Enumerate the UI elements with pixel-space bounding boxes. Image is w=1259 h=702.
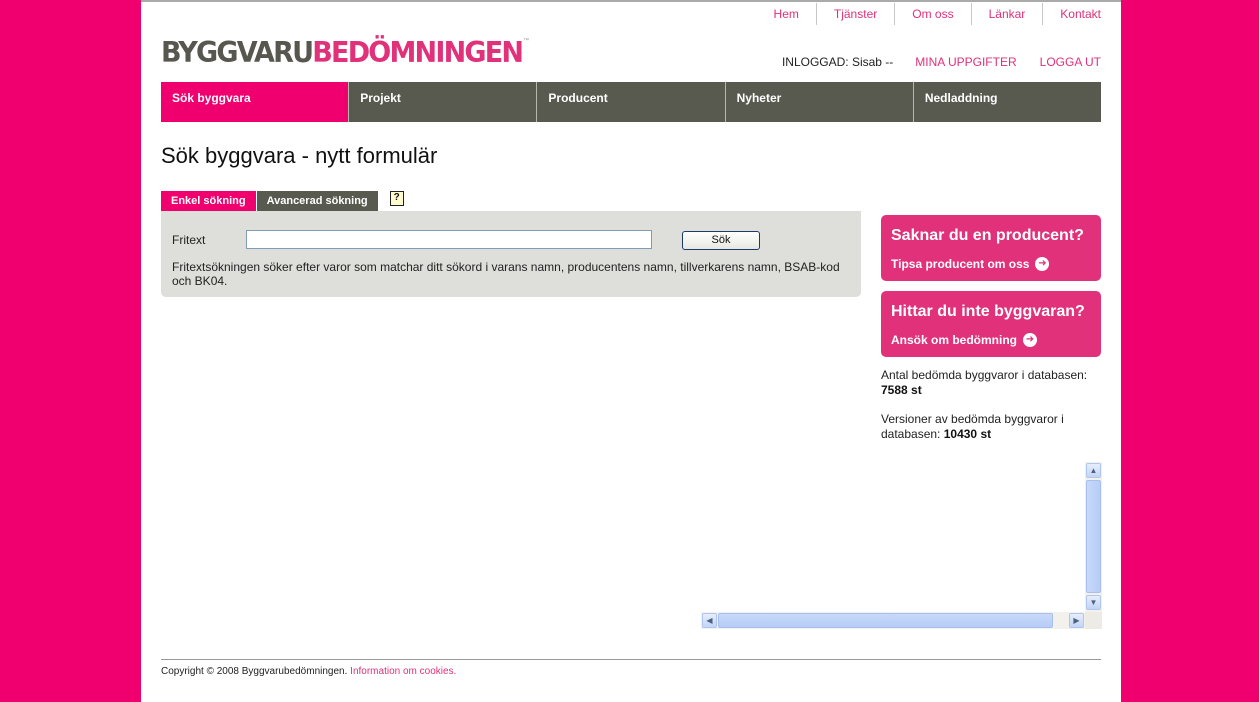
search-tabs: Enkel sökning Avancerad sökning ?	[161, 191, 404, 211]
logout-link[interactable]: LOGGA UT	[1040, 55, 1101, 69]
logo-part-1: BYGGVARU	[161, 36, 314, 70]
horizontal-scroll-thumb[interactable]	[718, 613, 1053, 628]
apply-assessment-link[interactable]: Ansök om bedömning ➜	[891, 333, 1037, 347]
cookies-link[interactable]: Information om cookies.	[350, 666, 456, 677]
nav-nedladdning[interactable]: Nedladdning	[912, 82, 1102, 122]
missing-producer-title: Saknar du en producent?	[891, 227, 1084, 244]
logo-part-2: BEDÖMNINGEN	[312, 36, 524, 70]
site-logo[interactable]: BYGGVARU BEDÖMNINGEN ™	[161, 36, 530, 70]
logged-in-user: INLOGGAD: Sisab --	[781, 55, 894, 69]
tab-advanced-search[interactable]: Avancerad sökning	[256, 191, 378, 211]
stat-versions-value: 10430 st	[943, 427, 992, 441]
arrow-right-icon: ➜	[1035, 257, 1050, 271]
top-border	[141, 0, 1121, 2]
nav-projekt[interactable]: Projekt	[348, 82, 537, 122]
toplink-tjanster[interactable]: Tjänster	[815, 3, 894, 25]
footer: Copyright © 2008 Byggvarubedömningen. In…	[161, 666, 456, 677]
copyright-text: Copyright © 2008 Byggvarubedömningen.	[161, 666, 348, 677]
stat-count-value: 7588 st	[881, 383, 922, 397]
page-title: Sök byggvara - nytt formulär	[161, 143, 438, 168]
tab-simple-search[interactable]: Enkel sökning	[161, 191, 256, 211]
help-icon[interactable]: ?	[389, 191, 404, 206]
vertical-scroll-thumb[interactable]	[1086, 480, 1101, 593]
footer-divider	[161, 659, 1101, 660]
search-button[interactable]: Sök	[682, 231, 760, 250]
arrow-right-icon: ➜	[1023, 333, 1037, 347]
tip-producer-link[interactable]: Tipsa producent om oss ➜	[891, 257, 1050, 271]
scroll-left-icon[interactable]: ◀	[702, 613, 717, 628]
nav-sok-byggvara[interactable]: Sök byggvara	[161, 82, 349, 122]
fritext-label: Fritext	[172, 233, 206, 247]
missing-product-title: Hittar du inte byggvaran?	[891, 303, 1085, 320]
horizontal-scrollbar[interactable]: ◀ ▶	[701, 612, 1085, 629]
toplink-hem[interactable]: Hem	[757, 3, 816, 25]
toplink-lankar[interactable]: Länkar	[970, 3, 1043, 25]
scroll-down-icon[interactable]: ▼	[1086, 595, 1101, 610]
scroll-up-icon[interactable]: ▲	[1086, 463, 1101, 478]
missing-producer-box: Saknar du en producent? Tipsa producent …	[881, 215, 1101, 281]
stat-count-label: Antal bedömda byggvaror i databasen:	[881, 368, 1088, 382]
top-links: Hem Tjänster Om oss Länkar Kontakt	[757, 3, 1101, 25]
toplink-om-oss[interactable]: Om oss	[894, 3, 970, 25]
nav-nyheter[interactable]: Nyheter	[724, 82, 913, 122]
stat-count: Antal bedömda byggvaror i databasen: 758…	[881, 368, 1101, 398]
apply-assessment-label: Ansök om bedömning	[891, 333, 1017, 347]
toplink-kontakt[interactable]: Kontakt	[1042, 3, 1101, 25]
my-details-link[interactable]: MINA UPPGIFTER	[915, 55, 1016, 69]
fritext-input[interactable]	[246, 230, 652, 249]
vertical-scrollbar[interactable]: ▲ ▼	[1085, 462, 1102, 612]
missing-product-box: Hittar du inte byggvaran? Ansök om bedöm…	[881, 291, 1101, 357]
tip-producer-label: Tipsa producent om oss	[891, 257, 1030, 271]
search-panel: Fritext Sök Fritextsökningen söker efter…	[161, 211, 861, 297]
logo-trademark: ™	[523, 38, 530, 44]
page-container: Hem Tjänster Om oss Länkar Kontakt BYGGV…	[141, 0, 1121, 702]
stat-versions: Versioner av bedömda byggvaror i databas…	[881, 412, 1101, 442]
scrollbar-corner	[1085, 612, 1102, 629]
nav-producent[interactable]: Producent	[536, 82, 725, 122]
user-bar: INLOGGAD: Sisab -- MINA UPPGIFTER LOGGA …	[782, 55, 1101, 69]
search-description: Fritextsökningen söker efter varor som m…	[172, 260, 840, 288]
main-nav: Sök byggvara Projekt Producent Nyheter N…	[161, 82, 1102, 122]
scroll-right-icon[interactable]: ▶	[1069, 613, 1084, 628]
